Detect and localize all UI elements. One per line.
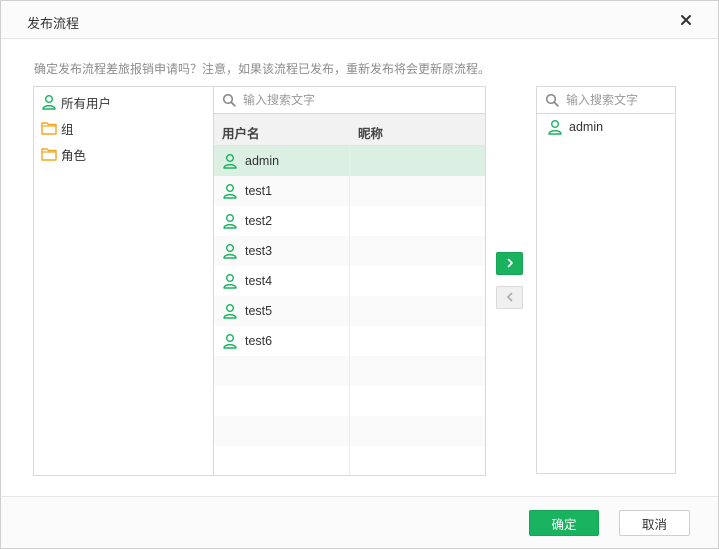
- column-header-username[interactable]: 用户名: [222, 123, 260, 142]
- user-search-input[interactable]: [243, 93, 443, 107]
- dialog-footer: 确定 取消: [1, 496, 718, 548]
- user-icon: [222, 213, 238, 229]
- selected-search-bar: [537, 87, 675, 114]
- remove-from-selected-button[interactable]: [496, 286, 523, 309]
- username-cell: test1: [222, 183, 272, 199]
- user-icon: [222, 153, 238, 169]
- username-cell: test3: [222, 243, 272, 259]
- search-icon: [222, 93, 236, 107]
- username-cell: test2: [222, 213, 272, 229]
- tree-item-role[interactable]: 角色: [40, 144, 86, 164]
- user-icon: [547, 119, 563, 135]
- dialog-title: 发布流程: [27, 16, 80, 31]
- user-icon: [222, 243, 238, 259]
- selected-users-panel: admin: [536, 86, 676, 474]
- username-text: test6: [245, 334, 273, 348]
- table-header: 用户名 昵称: [214, 114, 485, 146]
- user-list-panel: 用户名 昵称 admin test1 test2: [213, 86, 486, 476]
- column-divider: [349, 146, 350, 475]
- username-text: admin: [245, 154, 280, 168]
- username-text: test1: [245, 184, 273, 198]
- folder-icon: [40, 120, 58, 136]
- tree-item-label: 角色: [61, 148, 87, 163]
- selected-item[interactable]: admin: [547, 119, 603, 135]
- search-icon: [545, 93, 559, 107]
- username-cell: test4: [222, 273, 272, 289]
- user-icon: [222, 303, 238, 319]
- user-icon: [222, 333, 238, 349]
- username-text: test5: [245, 304, 273, 318]
- selected-item-label: admin: [569, 120, 604, 134]
- tree-item-label: 所有用户: [61, 96, 112, 111]
- tree-item-group[interactable]: 组: [40, 118, 74, 138]
- column-header-nickname[interactable]: 昵称: [358, 123, 383, 142]
- chevron-left-icon: [505, 291, 515, 305]
- cancel-button[interactable]: 取消: [619, 510, 690, 536]
- chevron-right-icon: [505, 257, 515, 271]
- user-icon: [222, 273, 238, 289]
- confirm-button[interactable]: 确定: [529, 510, 599, 536]
- user-search-bar: [214, 87, 485, 114]
- publish-dialog: 发布流程 确定发布流程差旅报销申请吗？注意，如果该流程已发布，重新发布将会更新原…: [0, 0, 719, 549]
- username-cell: test6: [222, 333, 272, 349]
- username-cell: admin: [222, 153, 279, 169]
- folder-icon: [40, 146, 58, 162]
- selected-search-input[interactable]: [566, 93, 671, 107]
- add-to-selected-button[interactable]: [496, 252, 523, 275]
- tree-item-label: 组: [61, 122, 74, 137]
- dialog-header: 发布流程: [1, 1, 718, 39]
- username-text: test2: [245, 214, 273, 228]
- tree-item-all-users[interactable]: 所有用户: [40, 92, 111, 112]
- user-icon: [222, 183, 238, 199]
- username-text: test3: [245, 244, 273, 258]
- confirm-message: 确定发布流程差旅报销申请吗？注意，如果该流程已发布，重新发布将会更新原流程。: [34, 62, 491, 76]
- user-icon: [40, 94, 58, 110]
- close-icon[interactable]: [677, 11, 695, 29]
- username-cell: test5: [222, 303, 272, 319]
- username-text: test4: [245, 274, 273, 288]
- user-tree-panel: 所有用户 组 角色: [33, 86, 214, 476]
